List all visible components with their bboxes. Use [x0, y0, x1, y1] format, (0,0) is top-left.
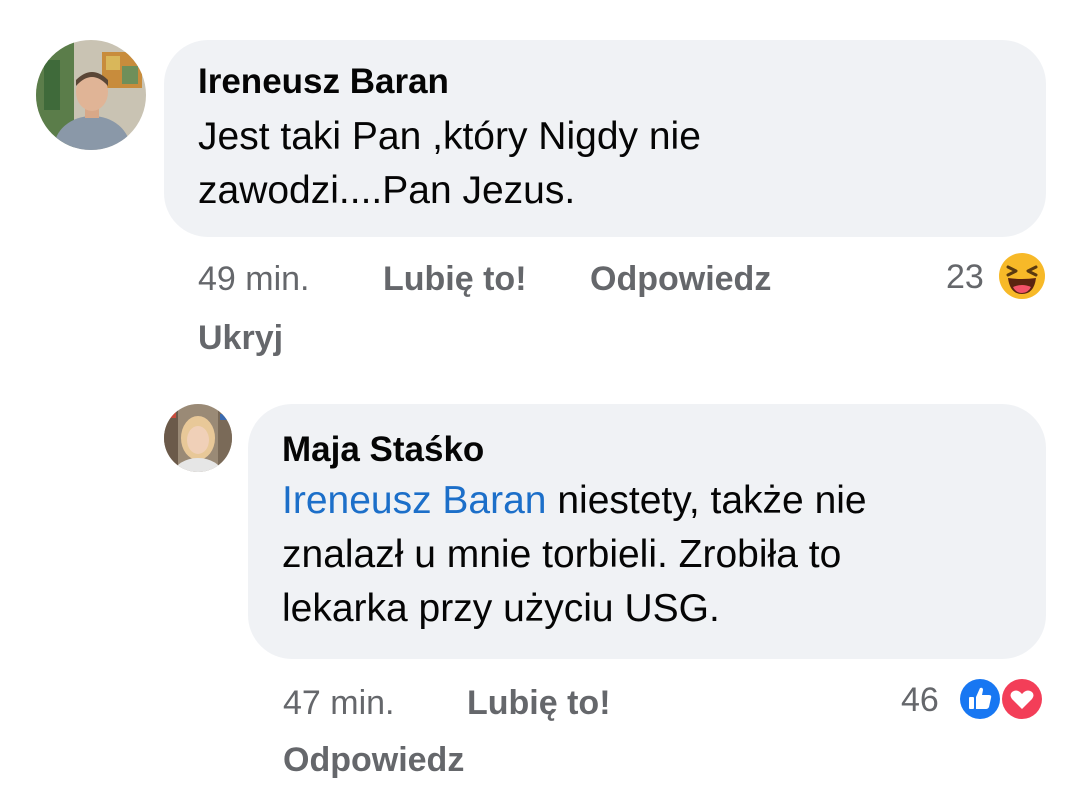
hide-button[interactable]: Ukryj [198, 318, 283, 358]
comment-text-line: zawodzi....Pan Jezus. [198, 169, 576, 212]
love-heart-icon [999, 676, 1045, 722]
comment-text-line: znalazł u mnie torbieli. Zrobiła to [282, 533, 842, 576]
avatar-ireneusz-baran[interactable] [36, 40, 146, 150]
comment-text-line: Jest taki Pan ,który Nigdy nie [198, 115, 701, 158]
comment-timestamp[interactable]: 49 min. [198, 259, 310, 299]
reply-button[interactable]: Odpowiedz [590, 259, 771, 299]
haha-emoji-icon [998, 252, 1046, 300]
like-icon [957, 676, 1003, 722]
avatar-maja-stasko[interactable] [164, 404, 232, 472]
comment-timestamp[interactable]: 47 min. [283, 683, 395, 723]
comment-text-line: Ireneusz Baran niestety, także nie [282, 474, 1012, 528]
reaction-count[interactable]: 23 [946, 257, 984, 297]
comment-bubble: Ireneusz Baran Jest taki Pan ,który Nigd… [164, 40, 1046, 237]
mention-link[interactable]: Ireneusz Baran [282, 479, 547, 522]
comment-author[interactable]: Maja Staśko [282, 430, 1012, 470]
comment-text-line: lekarka przy użyciu USG. [282, 587, 720, 630]
comment-text-fragment: niestety, także nie [546, 479, 867, 522]
comment-author[interactable]: Ireneusz Baran [198, 62, 1012, 102]
reaction-count[interactable]: 46 [901, 680, 939, 720]
comment-bubble: Maja Staśko Ireneusz Baran niestety, tak… [248, 404, 1046, 659]
like-button[interactable]: Lubię to! [467, 683, 611, 723]
reply-button[interactable]: Odpowiedz [283, 740, 464, 780]
like-button[interactable]: Lubię to! [383, 259, 527, 299]
